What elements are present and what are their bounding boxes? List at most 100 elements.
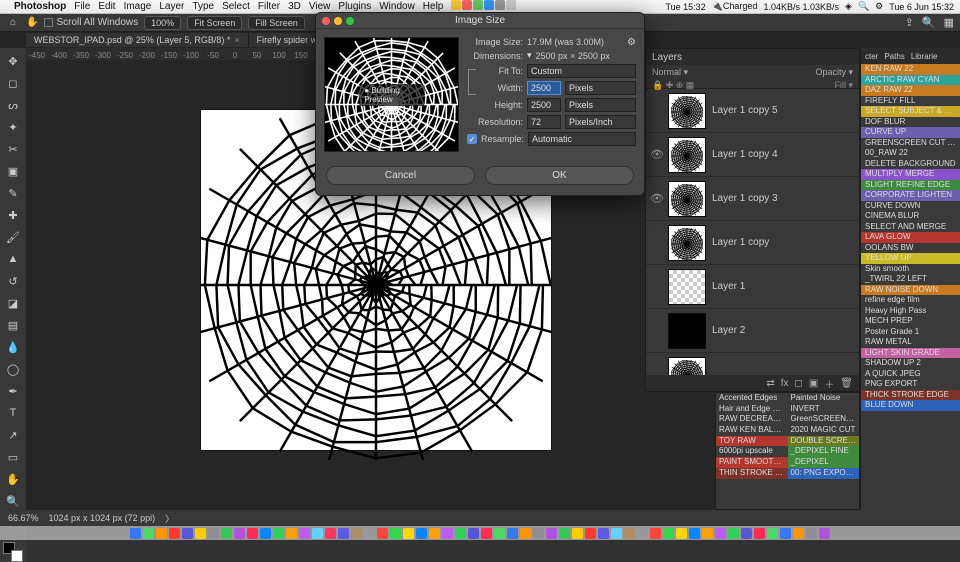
resample-checkbox[interactable]: ✓ [467,134,477,144]
layer-thumbnail[interactable] [668,357,706,376]
resample-select[interactable]: Automatic [528,132,636,146]
action-item[interactable]: DELETE BACKGROUND [861,159,960,170]
action-item[interactable]: RAW DECREASE HIGH... [716,414,788,425]
dock-app-icon[interactable] [364,528,375,539]
layer-thumbnail[interactable] [668,93,706,129]
action-item[interactable]: SHADOW UP 2 [861,358,960,369]
dock-app-icon[interactable] [650,528,661,539]
menubar-date[interactable]: Tue 6 Jun 15:32 [889,2,954,12]
dock-app-icon[interactable] [156,528,167,539]
dock-app-icon[interactable] [182,528,193,539]
dock-app-icon[interactable] [390,528,401,539]
fit-screen-button[interactable]: Fit Screen [187,16,242,30]
menu-file[interactable]: File [74,1,90,12]
cancel-button[interactable]: Cancel [326,166,475,185]
new-group-icon[interactable]: ▣ [809,378,818,389]
action-item[interactable]: GreenSCREEN BATCH ... [788,414,860,425]
link-dimensions-icon[interactable] [468,69,476,95]
height-unit-select[interactable]: Pixels [565,98,636,112]
brush-tool-icon[interactable]: 🖌 [4,228,22,246]
macos-dock[interactable] [0,526,960,540]
action-item[interactable]: _DEPIXEL FINE [788,446,860,457]
dock-app-icon[interactable] [793,528,804,539]
visibility-toggle-icon[interactable]: 👁 [650,192,662,205]
action-item[interactable]: _TWIRL 22 LEFT [861,274,960,285]
delete-layer-icon[interactable]: 🗑 [840,378,853,389]
menu-select[interactable]: Select [222,1,250,12]
layer-row[interactable]: Layer 1 [646,265,859,309]
blend-mode-select[interactable]: Normal ▾ [652,67,688,78]
action-item[interactable]: 2020 MAGIC CUT [788,425,860,436]
panel-tab[interactable]: Librarie [911,52,938,61]
fit-to-select[interactable]: Custom [527,64,636,78]
action-item[interactable]: Skin smooth [861,264,960,275]
dock-app-icon[interactable] [169,528,180,539]
eyedropper-tool-icon[interactable]: ✎ [4,184,22,202]
dock-app-icon[interactable] [546,528,557,539]
action-item[interactable]: TOY RAW [716,436,788,447]
dodge-tool-icon[interactable]: ◯ [4,360,22,378]
hand-tool-icon[interactable]: ✋ [26,17,38,28]
layer-name[interactable]: Layer 1 copy 3 [712,193,855,204]
resolution-input[interactable]: 72 [527,115,561,129]
share-icon[interactable]: ⇪ [905,16,914,29]
action-item[interactable]: SELECT SUBJECT & CUT [861,106,960,117]
layer-thumbnail[interactable] [668,225,706,261]
layer-thumbnail[interactable] [668,313,706,349]
layer-thumbnail[interactable] [668,269,706,305]
zoom-100-button[interactable]: 100% [144,16,181,30]
resolution-unit-select[interactable]: Pixels/Inch [565,115,636,129]
dock-app-icon[interactable] [663,528,674,539]
layer-mask-icon[interactable]: ◻ [795,378,803,389]
menubar-wifi-icon[interactable]: ◈ [845,1,852,12]
layer-name[interactable]: Layer 2 [712,325,855,336]
layer-row[interactable] [646,353,859,375]
width-unit-select[interactable]: Pixels [565,81,636,95]
dock-app-icon[interactable] [273,528,284,539]
action-item[interactable]: KEN RAW 22 [861,64,960,75]
dock-app-icon[interactable] [494,528,505,539]
dock-app-icon[interactable] [143,528,154,539]
new-layer-icon[interactable]: ＋ [824,376,834,391]
panel-tab[interactable]: Paths [884,52,904,61]
doc-info[interactable]: 1024 px x 1024 px (72 ppi) [49,513,156,523]
dock-app-icon[interactable] [689,528,700,539]
action-item[interactable]: THIN STROKE EDGE [716,468,788,479]
menu-image[interactable]: Image [124,1,152,12]
panel-tab[interactable]: cter [865,52,878,61]
dock-app-icon[interactable] [715,528,726,539]
dock-app-icon[interactable] [481,528,492,539]
doc-tab-1[interactable]: WEBSTOR_IPAD.psd @ 25% (Layer 5, RGB/8) … [26,33,249,47]
dock-app-icon[interactable] [585,528,596,539]
dock-app-icon[interactable] [676,528,687,539]
heal-tool-icon[interactable]: ✚ [4,206,22,224]
gradient-tool-icon[interactable]: ▤ [4,316,22,334]
dock-app-icon[interactable] [741,528,752,539]
dock-app-icon[interactable] [247,528,258,539]
action-item[interactable]: MECH PREP [861,316,960,327]
layer-row[interactable]: 👁Layer 1 copy 4 [646,133,859,177]
action-item[interactable]: LAVA GLOW [861,232,960,243]
layer-row[interactable]: Layer 1 copy [646,221,859,265]
width-input[interactable]: 2500 [527,81,561,95]
dock-app-icon[interactable] [234,528,245,539]
color-swatches[interactable] [3,542,23,562]
dock-app-icon[interactable] [325,528,336,539]
dock-app-icon[interactable] [468,528,479,539]
action-item[interactable]: YELLOW UP [861,253,960,264]
dock-app-icon[interactable] [130,528,141,539]
menu-type[interactable]: Type [192,1,214,12]
dock-app-icon[interactable] [221,528,232,539]
action-item[interactable]: DOUBLE SCREEN [788,436,860,447]
layer-name[interactable]: Layer 1 copy 4 [712,149,855,160]
stamp-tool-icon[interactable]: ▲ [4,250,22,268]
dock-app-icon[interactable] [533,528,544,539]
dock-app-icon[interactable] [637,528,648,539]
action-item[interactable]: DOF BLUR [861,117,960,128]
path-tool-icon[interactable]: ↗ [4,426,22,444]
action-item[interactable]: CORPORATE LIGHTEN [861,190,960,201]
dock-app-icon[interactable] [416,528,427,539]
action-item[interactable]: SLIGHT REFINE EDGE [861,180,960,191]
action-item[interactable]: PNG EXPORT [861,379,960,390]
dock-app-icon[interactable] [572,528,583,539]
